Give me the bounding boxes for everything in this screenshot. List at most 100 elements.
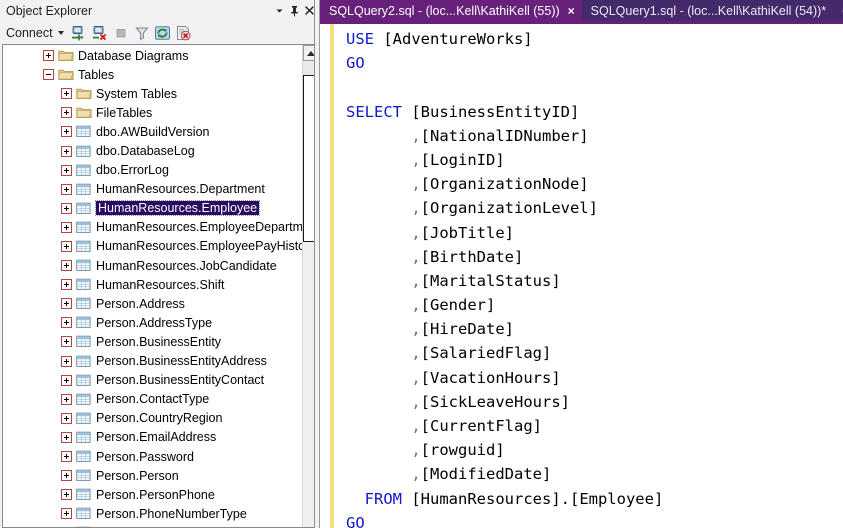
tree-item-humanresources-jobcandidate[interactable]: HumanResources.JobCandidate xyxy=(3,256,302,275)
table-icon xyxy=(76,239,92,253)
tree-item-person-addresstype[interactable]: Person.AddressType xyxy=(3,313,302,332)
expand-icon[interactable] xyxy=(61,451,72,463)
collapse-icon[interactable] xyxy=(43,69,54,81)
table-icon xyxy=(76,125,92,139)
tab-close-icon[interactable]: × xyxy=(568,5,575,17)
tree-item-dbo-awbuildversion[interactable]: dbo.AWBuildVersion xyxy=(3,122,302,141)
code-token: [Gender] xyxy=(420,296,496,315)
tree-item-humanresources-employee[interactable]: HumanResources.Employee xyxy=(3,199,302,218)
code-token: , xyxy=(411,296,421,315)
tree-item-label: HumanResources.Employee xyxy=(94,200,261,217)
expand-icon[interactable] xyxy=(61,489,72,501)
tree-item-person-contacttype[interactable]: Person.ContactType xyxy=(3,390,302,409)
connect-object-explorer-icon[interactable] xyxy=(70,24,88,42)
tree-item-dbo-errorlog[interactable]: dbo.ErrorLog xyxy=(3,161,302,180)
expand-icon[interactable] xyxy=(61,107,72,119)
editor-tab-2[interactable]: Obje xyxy=(833,0,843,21)
editor-tab-0[interactable]: SQLQuery2.sql - (loc...Kell\KathiKell (5… xyxy=(320,0,582,21)
tree-item-humanresources-employeepayhistory[interactable]: HumanResources.EmployeePayHistory xyxy=(3,237,302,256)
expand-icon[interactable] xyxy=(61,145,72,157)
tree-item-tables[interactable]: Tables xyxy=(3,65,302,84)
tree-item-humanresources-department[interactable]: HumanResources.Department xyxy=(3,180,302,199)
panel-splitter[interactable] xyxy=(314,0,319,528)
tree-item-person-phonenumbertype[interactable]: Person.PhoneNumberType xyxy=(3,504,302,523)
tree-item-filetables[interactable]: FileTables xyxy=(3,103,302,122)
chevron-down-icon[interactable] xyxy=(272,3,287,19)
tree-item-person-personphone[interactable]: Person.PersonPhone xyxy=(3,485,302,504)
expand-icon[interactable] xyxy=(61,221,72,233)
table-icon xyxy=(76,163,92,177)
tree-item-dbo-databaselog[interactable]: dbo.DatabaseLog xyxy=(3,141,302,160)
tree-item-person-address[interactable]: Person.Address xyxy=(3,294,302,313)
table-icon xyxy=(76,259,92,273)
editor-tab-label: SQLQuery2.sql - (loc...Kell\KathiKell (5… xyxy=(329,3,560,18)
expand-icon[interactable] xyxy=(61,202,72,214)
table-icon xyxy=(76,392,92,406)
pin-icon[interactable] xyxy=(287,3,302,19)
tree-item-person-password[interactable]: Person.Password xyxy=(3,447,302,466)
code-token: [rowguid] xyxy=(420,441,505,460)
tree-item-label: Person.BusinessEntity xyxy=(96,334,222,349)
table-icon xyxy=(76,411,92,425)
expand-icon[interactable] xyxy=(61,336,72,348)
expand-icon[interactable] xyxy=(61,240,72,252)
expand-icon[interactable] xyxy=(61,183,72,195)
object-explorer-title-bar: Object Explorer xyxy=(0,0,319,21)
expand-icon[interactable] xyxy=(61,279,72,291)
tree-item-humanresources-shift[interactable]: HumanResources.Shift xyxy=(3,275,302,294)
code-editor-surface[interactable]: USE [AdventureWorks] GO SELECT [BusinessE… xyxy=(320,24,843,528)
expand-icon[interactable] xyxy=(61,317,72,329)
tree-item-person-stateprovince[interactable]: Person.StateProvince xyxy=(3,523,302,527)
code-line-17: ,[CurrentFlag] xyxy=(346,414,843,438)
code-token: [JobTitle] xyxy=(420,223,514,242)
tree-item-label: Person.ContactType xyxy=(96,392,210,407)
expand-icon[interactable] xyxy=(61,393,72,405)
expand-icon[interactable] xyxy=(61,298,72,310)
code-token: GO xyxy=(346,54,365,73)
code-line-1: USE [AdventureWorks] xyxy=(346,27,843,51)
tree-item-system-tables[interactable]: System Tables xyxy=(3,84,302,103)
refresh-icon[interactable] xyxy=(154,24,172,42)
tree-item-label: Person.PersonPhone xyxy=(96,487,215,502)
expand-icon[interactable] xyxy=(61,374,72,386)
expand-icon[interactable] xyxy=(61,126,72,138)
expand-icon[interactable] xyxy=(43,50,54,62)
code-token: , xyxy=(411,126,421,145)
expand-icon[interactable] xyxy=(61,355,72,367)
tree-item-database-diagrams[interactable]: Database Diagrams xyxy=(3,46,302,65)
tree-item-label: HumanResources.EmployeePayHistory xyxy=(96,239,302,254)
tree-item-person-countryregion[interactable]: Person.CountryRegion xyxy=(3,409,302,428)
disconnect-object-explorer-icon[interactable] xyxy=(91,24,109,42)
expand-icon[interactable] xyxy=(61,431,72,443)
code-line-14: ,[SalariedFlag] xyxy=(346,341,843,365)
expand-icon[interactable] xyxy=(61,412,72,424)
expand-icon[interactable] xyxy=(61,470,72,482)
expand-icon[interactable] xyxy=(61,260,72,272)
tree-item-label: Person.Person xyxy=(96,468,179,483)
object-explorer-tree[interactable]: Database Diagrams Tables System Tables File… xyxy=(3,45,302,527)
error-report-icon[interactable] xyxy=(175,24,193,42)
expand-icon[interactable] xyxy=(61,88,72,100)
table-icon xyxy=(76,354,92,368)
table-icon xyxy=(76,201,92,215)
editor-tab-1[interactable]: SQLQuery1.sql - (loc...Kell\KathiKell (5… xyxy=(581,0,834,21)
filter-icon[interactable] xyxy=(133,24,151,42)
tree-item-person-businessentity[interactable]: Person.BusinessEntity xyxy=(3,332,302,351)
expand-icon[interactable] xyxy=(61,164,72,176)
tree-item-person-emailaddress[interactable]: Person.EmailAddress xyxy=(3,428,302,447)
tree-item-humanresources-employeedepartmenthistory[interactable]: HumanResources.EmployeeDepartmentHistory xyxy=(3,218,302,237)
expand-icon[interactable] xyxy=(61,508,72,520)
code-line-11: ,[MaritalStatus] xyxy=(346,269,843,293)
tree-item-person-businessentitycontact[interactable]: Person.BusinessEntityContact xyxy=(3,371,302,390)
connect-button[interactable]: Connect xyxy=(5,25,67,41)
tree-item-person-businessentityaddress[interactable]: Person.BusinessEntityAddress xyxy=(3,352,302,371)
tree-item-label: Person.CountryRegion xyxy=(96,411,223,426)
code-line-5: ,[NationalIDNumber] xyxy=(346,124,843,148)
sql-code-text[interactable]: USE [AdventureWorks] GO SELECT [BusinessE… xyxy=(346,24,843,528)
table-icon xyxy=(76,469,92,483)
tree-item-person-person[interactable]: Person.Person xyxy=(3,466,302,485)
editor-left-margin xyxy=(320,24,330,528)
